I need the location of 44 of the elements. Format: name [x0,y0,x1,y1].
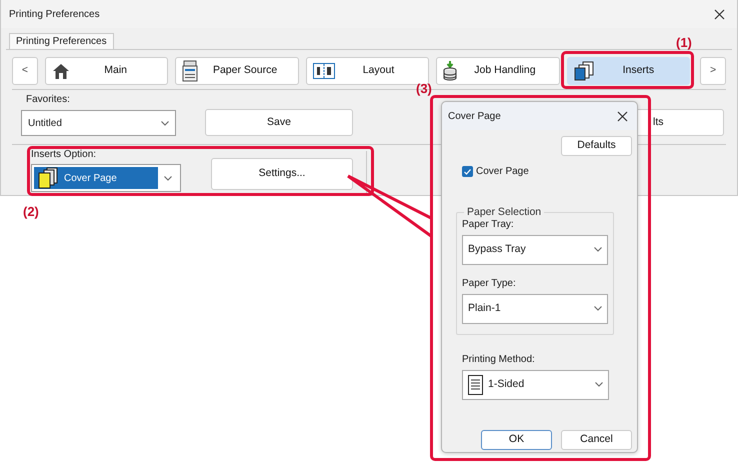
chevron-down-icon [594,247,602,252]
printer-icon [182,60,198,82]
chevron-down-icon [161,120,169,126]
next-button[interactable]: > [700,57,726,85]
callout-label: (2) [23,203,39,221]
window-title: Printing Preferences [9,8,100,22]
defaults-button[interactable]: Defaults [561,136,632,156]
close-icon[interactable] [617,110,628,122]
house-icon [52,62,70,80]
settings-button[interactable]: Settings... [211,158,353,190]
tab[interactable]: Inserts [566,57,690,85]
checkbox-label: Cover Page [476,165,529,179]
chevron-down-icon [595,382,603,388]
field-label: Inserts Option: [31,148,98,162]
inserts-dropdown[interactable]: Cover Page [31,164,181,192]
group-label: Paper Selection [466,205,542,220]
page-stack-icon [38,167,58,189]
save-button[interactable]: Save [205,109,353,136]
close-icon[interactable] [714,8,725,20]
cancel-button[interactable]: Cancel [561,430,632,450]
dialog-title: Cover Page [448,110,501,124]
page-stack-icon [574,61,594,81]
callout-label: (1) [676,34,692,52]
paper-type-dropdown[interactable]: Plain-1 [462,294,608,324]
document-icon [468,374,483,395]
layout-icon [312,63,335,79]
field-label: Printing Method: [462,352,536,367]
tab[interactable]: Paper Source [175,57,299,85]
previous-button[interactable]: < [12,57,38,85]
field-label: Paper Type: [462,276,517,291]
tab[interactable]: Main [44,57,168,85]
page-tab[interactable]: Printing Preferences [9,33,114,49]
tab[interactable]: Layout [306,57,430,85]
favorites-dropdown[interactable]: Untitled [21,110,176,136]
chevron-down-icon [594,306,602,312]
field-label: Favorites: [26,93,71,107]
coin-stack-icon [443,61,458,81]
chevron-down-icon [164,176,172,180]
paper-tray-dropdown[interactable]: Bypass Tray [462,234,608,265]
field-label: Paper Tray: [462,218,515,232]
ok-button[interactable]: OK [481,430,552,450]
printing-method-dropdown[interactable]: 1-Sided [462,370,609,400]
checkbox[interactable] [462,166,473,177]
tab[interactable]: Job Handling [436,57,560,85]
